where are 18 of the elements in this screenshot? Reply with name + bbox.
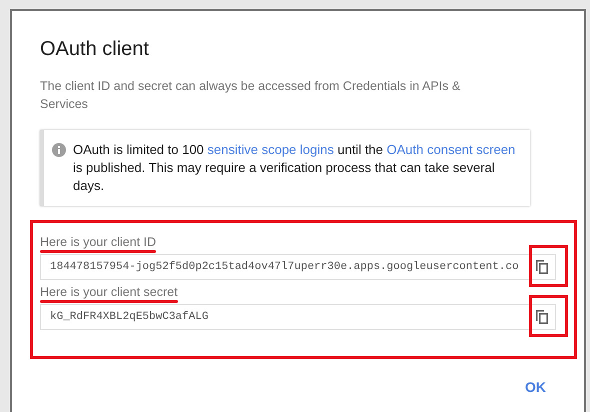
copy-icon (535, 309, 549, 325)
notice-link[interactable]: sensitive scope logins (207, 142, 334, 157)
credential-field[interactable]: kG_RdFR4XBL2qE5bwC3afALG (40, 304, 556, 330)
field-label: Here is your client ID (40, 234, 156, 250)
notice-link[interactable]: OAuth consent (386, 142, 476, 157)
field-label: Here is your client secret (40, 284, 178, 300)
dialog-title: OAuth client (40, 37, 150, 62)
ok-button[interactable]: OK (519, 377, 552, 398)
copy-button[interactable] (535, 259, 549, 275)
credential-field[interactable]: 184478157954-jog52f5d0p2c15tad4ov47l7uperr30e.apps.googleusercontent.co (40, 254, 556, 280)
copy-icon (535, 259, 549, 275)
notice-text: OAuth is limited to 100 sensitive scope logins until the OAuth consent screen is published. This may require a verification process that can take several days. (73, 141, 516, 195)
copy-button[interactable] (535, 309, 549, 325)
credential-value: 184478157954-jog52f5d0p2c15tad4ov47l7uperr30e.apps.googleusercontent.co (49, 260, 520, 275)
info-icon (52, 143, 66, 157)
description-text: The client ID and secret can always be accessed from Credentials in APIs & Services (40, 78, 462, 113)
notice-link[interactable]: screen (476, 142, 516, 157)
credential-value: kG_RdFR4XBL2qE5bwC3afALG (49, 310, 210, 325)
